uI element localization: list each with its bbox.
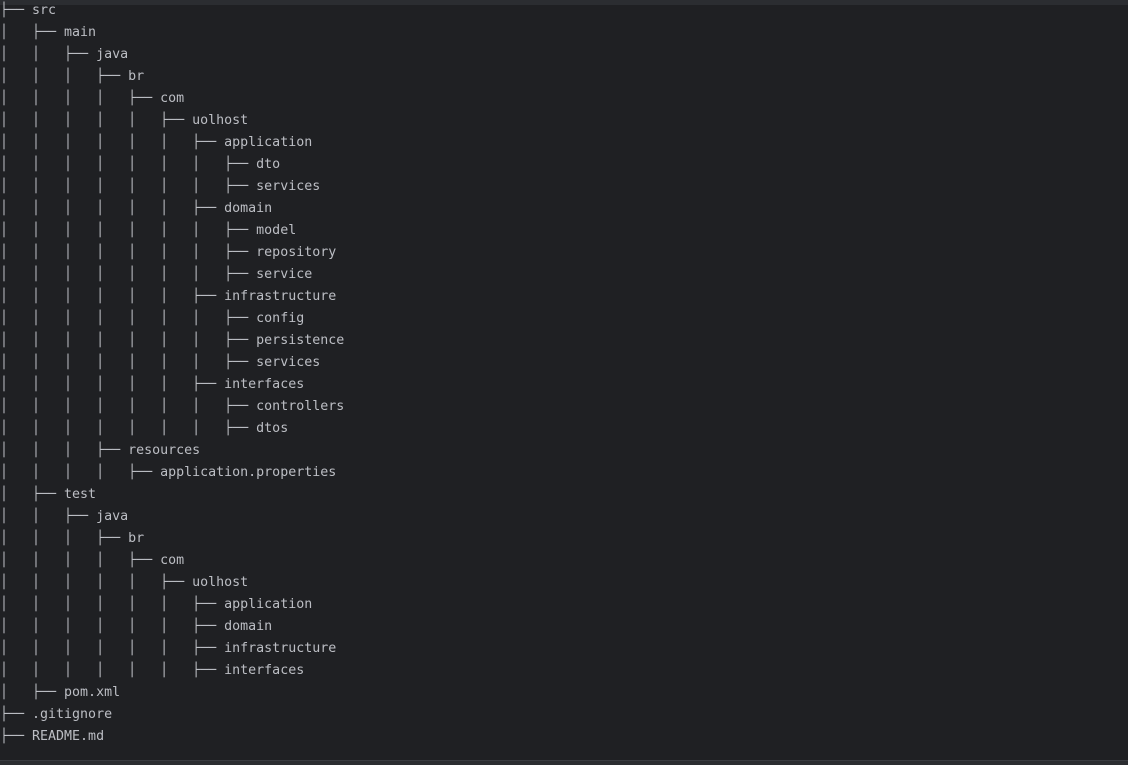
- tree-line: ├── README.md: [0, 729, 105, 744]
- tree-line: │ │ │ │ │ │ ├── infrastructure: [0, 289, 337, 304]
- tree-line: │ │ │ ├── br: [0, 69, 145, 84]
- tree-line: │ │ │ │ │ │ │ ├── config: [0, 311, 305, 326]
- tree-line: │ │ │ │ │ │ ├── domain: [0, 619, 273, 634]
- tree-line: │ │ │ │ ├── application.properties: [0, 465, 337, 480]
- tree-line: │ │ │ │ │ │ ├── application: [0, 135, 313, 150]
- tree-line: │ │ │ │ │ │ │ ├── dtos: [0, 421, 289, 436]
- tree-line: │ │ │ │ │ │ │ ├── service: [0, 267, 313, 282]
- tree-line: │ │ │ │ ├── com: [0, 553, 185, 568]
- tree-line: │ ├── main: [0, 25, 97, 40]
- tree-line: │ │ │ │ │ │ ├── interfaces: [0, 377, 305, 392]
- tree-line: │ │ │ │ │ │ ├── infrastructure: [0, 641, 337, 656]
- tree-line: │ │ │ │ │ │ ├── domain: [0, 201, 273, 216]
- tree-line: ├── src: [0, 3, 57, 18]
- tree-line: │ ├── pom.xml: [0, 685, 121, 700]
- tree-line: │ │ │ │ │ │ │ ├── repository: [0, 245, 337, 260]
- directory-tree: ├── src │ ├── main │ │ ├── java │ │ │ ├─…: [0, 0, 344, 748]
- tree-line: │ │ │ │ │ │ │ ├── dto: [0, 157, 281, 172]
- tree-line: │ │ │ ├── br: [0, 531, 145, 546]
- tree-line: │ │ │ │ │ │ ├── interfaces: [0, 663, 305, 678]
- tree-line: │ │ │ │ │ │ │ ├── services: [0, 355, 321, 370]
- bottom-border: [0, 760, 1128, 765]
- tree-line: │ │ │ │ │ │ ├── application: [0, 597, 313, 612]
- tree-line: │ │ │ │ ├── com: [0, 91, 185, 106]
- terminal-viewport: ├── src │ ├── main │ │ ├── java │ │ │ ├─…: [0, 0, 1128, 765]
- tree-line: │ │ │ │ │ ├── uolhost: [0, 113, 249, 128]
- tree-line: │ │ ├── java: [0, 509, 129, 524]
- tree-line: │ │ │ │ │ │ │ ├── services: [0, 179, 321, 194]
- tree-line: │ │ │ │ │ │ │ ├── controllers: [0, 399, 345, 414]
- tree-line: │ │ │ │ │ ├── uolhost: [0, 575, 249, 590]
- tree-line: │ │ │ │ │ │ │ ├── model: [0, 223, 297, 238]
- tree-line: │ │ │ ├── resources: [0, 443, 201, 458]
- tree-line: │ ├── test: [0, 487, 97, 502]
- tree-line: ├── .gitignore: [0, 707, 113, 722]
- tree-line: │ │ ├── java: [0, 47, 129, 62]
- tree-line: │ │ │ │ │ │ │ ├── persistence: [0, 333, 345, 348]
